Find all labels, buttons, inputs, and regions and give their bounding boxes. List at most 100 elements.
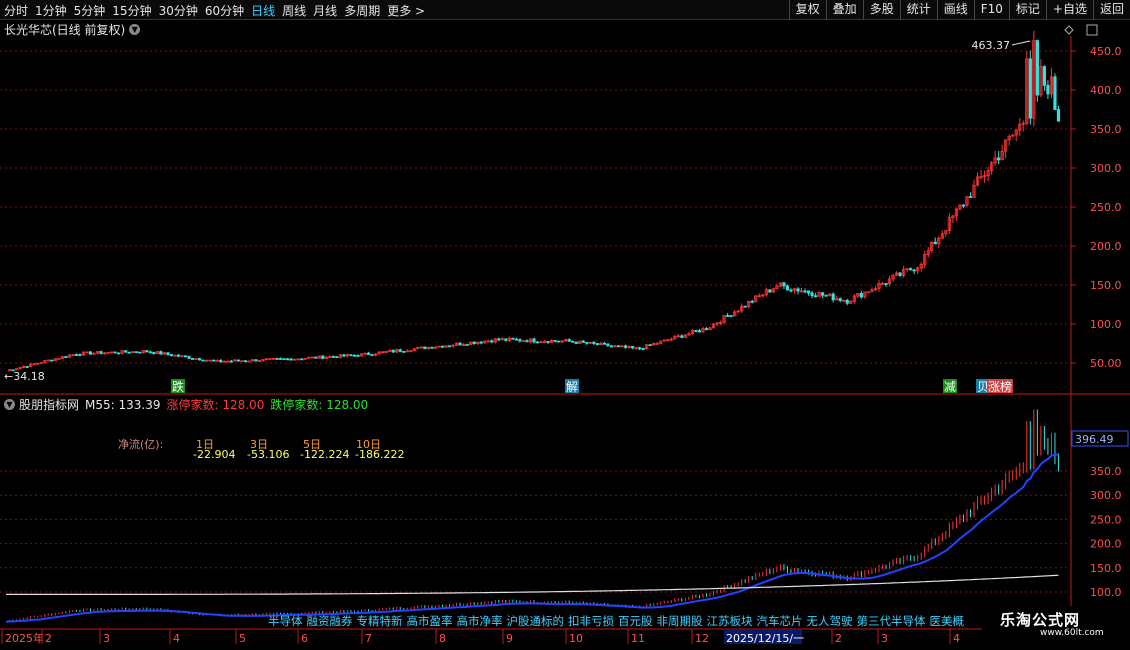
candle-body xyxy=(447,345,452,348)
candle-body xyxy=(511,337,515,340)
time-axis-label: 2 xyxy=(835,632,842,645)
candle-body xyxy=(1053,76,1057,110)
candle-body xyxy=(176,354,181,357)
m55-value: M55: 133.39 xyxy=(85,397,161,412)
sector-tag[interactable]: 高市净率 xyxy=(457,614,503,628)
candle-body xyxy=(148,351,152,354)
y-tick-label: 300.0 xyxy=(1090,162,1122,175)
candle-body xyxy=(933,241,937,245)
candle-body xyxy=(64,356,68,358)
candle-body xyxy=(472,341,476,345)
sector-tag[interactable]: 扣非亏损 xyxy=(568,614,614,628)
candle-body xyxy=(1056,109,1061,122)
candle-body xyxy=(254,359,258,362)
candle-body xyxy=(638,347,642,350)
y-tick-label: 50.00 xyxy=(1090,357,1122,370)
candle-body xyxy=(1042,66,1046,86)
candle-body xyxy=(518,339,522,342)
candle-body xyxy=(806,290,811,294)
candle-body xyxy=(912,269,916,272)
candle-body xyxy=(504,338,508,341)
net-flow-value-1d: -22.904 xyxy=(193,448,236,461)
limit-up-count: 涨停家数: 128.00 xyxy=(166,398,265,412)
time-axis-label: 12 xyxy=(695,632,709,645)
candle-body xyxy=(145,350,149,353)
candle-body xyxy=(803,290,807,293)
candle-body xyxy=(458,342,462,346)
time-axis-label: 2 xyxy=(45,632,52,645)
candle-body xyxy=(282,358,286,361)
high-price-label: 463.37 xyxy=(972,39,1011,52)
candle-body xyxy=(423,346,427,350)
candle-body xyxy=(961,204,966,207)
candle-body xyxy=(124,350,128,353)
candle-body xyxy=(535,341,540,344)
sector-tag[interactable]: 汽车芯片 xyxy=(757,614,803,628)
sector-tag[interactable]: 非周期股 xyxy=(657,614,703,628)
site-logo: 乐淘公式网 www.60lt.com xyxy=(982,606,1130,638)
candle-body xyxy=(314,356,318,359)
candle-body xyxy=(606,343,610,347)
window-icon[interactable] xyxy=(1086,24,1098,36)
candle-body xyxy=(880,282,885,285)
candle-body xyxy=(331,356,335,358)
candle-body xyxy=(117,352,121,355)
chevron-down-icon[interactable]: ▼ xyxy=(4,399,15,410)
time-axis-label: 2025年 xyxy=(5,631,44,645)
sector-tag[interactable]: 第三代半导体 xyxy=(857,614,926,628)
candle-body xyxy=(768,289,772,293)
sector-tag[interactable]: 沪股通标的 xyxy=(507,614,565,628)
candle-body xyxy=(74,354,78,356)
indicator-name: 股朋指标网 xyxy=(19,398,80,412)
candle-body xyxy=(183,355,188,358)
indicator-y-tick-label: 200.0 xyxy=(1090,538,1122,551)
candle-body xyxy=(782,282,786,287)
sector-tag[interactable]: 无人驾驶 xyxy=(807,614,853,628)
y-tick-label: 400.0 xyxy=(1090,84,1122,97)
event-marker-text: 跌 xyxy=(172,379,184,394)
sector-tag[interactable]: 高市盈率 xyxy=(407,614,453,628)
candle-body xyxy=(169,354,174,357)
candle-body xyxy=(50,359,54,362)
candle-body xyxy=(616,345,621,348)
ma-line-blue xyxy=(5,453,1059,623)
candle-body xyxy=(370,354,374,356)
candle-body xyxy=(796,288,800,292)
candle-body xyxy=(166,352,170,355)
kline-chart[interactable]: 450.0 400.0 350.0 300.0 250.0 200.0 150.0 100.0… xyxy=(0,0,1130,650)
time-axis-label: 9 xyxy=(506,632,513,645)
time-axis-label: 11 xyxy=(631,632,645,645)
candle-body xyxy=(321,355,325,359)
candle-body xyxy=(391,350,395,353)
candle-body xyxy=(78,354,82,356)
candle-body xyxy=(236,359,240,362)
time-axis-label: 7 xyxy=(365,632,372,645)
sector-tag[interactable]: 医美概 xyxy=(930,614,965,628)
indicator-y-tick-label: 150.0 xyxy=(1090,562,1122,575)
candle-body xyxy=(602,342,607,345)
sector-tag[interactable]: 半导体 xyxy=(268,614,303,628)
candle-body xyxy=(909,268,913,271)
candle-body xyxy=(138,351,142,354)
sector-tag[interactable]: 融资融券 xyxy=(307,614,353,628)
event-marker-text: 涨榜 xyxy=(988,379,1012,394)
candle-body xyxy=(430,346,434,349)
candle-body xyxy=(571,340,575,343)
candle-body xyxy=(243,360,247,363)
candle-body xyxy=(884,282,888,285)
sector-tag[interactable]: 百元股 xyxy=(618,614,653,628)
indicator-header: ▼ 股朋指标网 M55: 133.39 涨停家数: 128.00 跌停家数: 1… xyxy=(2,396,374,413)
y-tick-label: 250.0 xyxy=(1090,201,1122,214)
event-marker-text: 减 xyxy=(944,380,956,394)
candle-body xyxy=(630,346,635,349)
time-axis-label: 3 xyxy=(103,632,110,645)
candle-body xyxy=(810,292,814,297)
candle-body xyxy=(490,340,494,343)
sector-tag[interactable]: 专精特新 xyxy=(357,614,403,628)
event-marker-text: 解 xyxy=(566,380,578,394)
candle-body xyxy=(187,356,191,359)
diamond-icon[interactable] xyxy=(1064,25,1074,35)
sector-tag[interactable]: 江苏板块 xyxy=(707,614,753,628)
candle-body xyxy=(680,335,684,338)
candle-body xyxy=(592,341,596,344)
